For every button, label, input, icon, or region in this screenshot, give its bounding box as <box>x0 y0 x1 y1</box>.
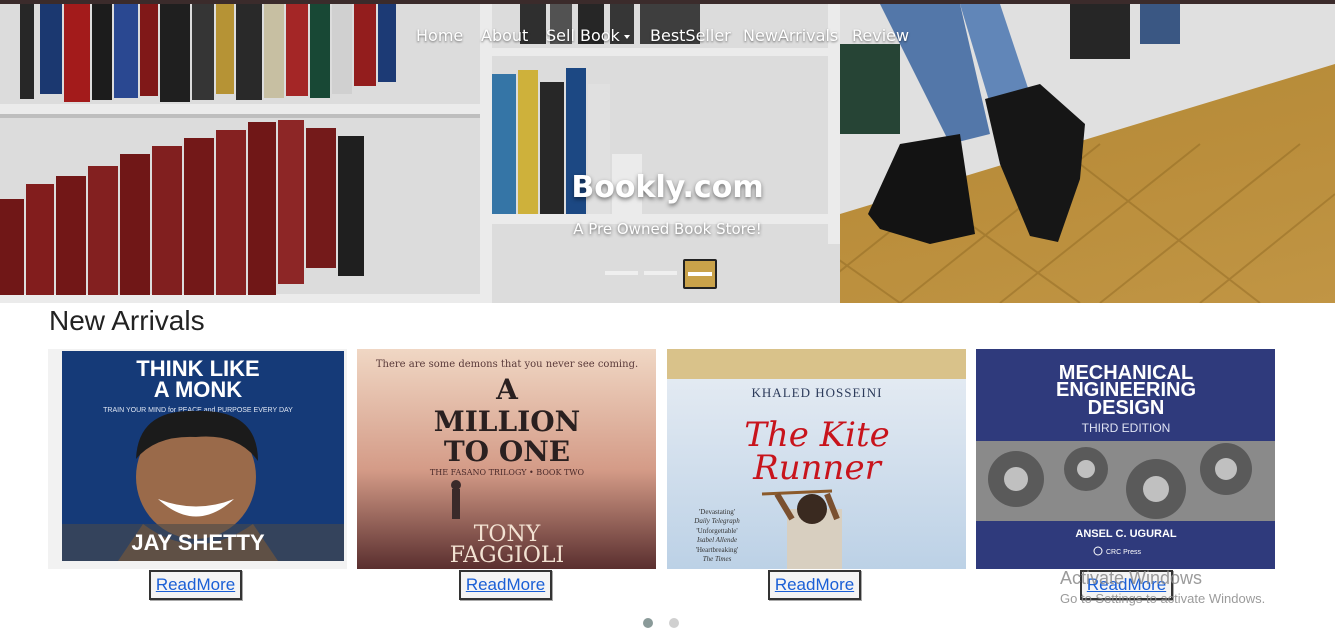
book-card-the-kite-runner[interactable]: KHALED HOSSEINI The Kite Runner 'Devasta… <box>667 349 966 569</box>
cover-title-line-2: MILLION <box>434 405 581 438</box>
hero-subtitle: A Pre Owned Book Store! <box>573 220 762 238</box>
book-card-a-million-to-one[interactable]: There are some demons that you never see… <box>357 349 656 569</box>
book-cover-image: MECHANICAL ENGINEERING DESIGN THIRD EDIT… <box>976 349 1275 569</box>
cover-tagline: THE FASANO TRILOGY • BOOK TWO <box>430 468 585 477</box>
nav-sell-book-label: Sell Book <box>546 26 620 45</box>
readmore-button-3[interactable]: ReadMore <box>768 570 861 600</box>
carousel-indicator-3-active[interactable] <box>683 259 717 289</box>
cover-title-line-2: Runner <box>752 448 882 488</box>
cover-title-line-3: TO ONE <box>444 435 570 468</box>
pagination-dot-1[interactable] <box>643 618 653 628</box>
readmore-button-2[interactable]: ReadMore <box>459 570 552 600</box>
cover-quote-1: 'Devastating' <box>699 508 735 516</box>
nav-sell-book-dropdown[interactable]: Sell Book <box>546 26 630 45</box>
hero-carousel: Home About Sell Book BestSeller NewArriv… <box>0 4 1335 303</box>
book-cover-image: THINK LIKE A MONK TRAIN YOUR MIND for PE… <box>48 349 347 569</box>
section-title: New Arrivals <box>49 305 205 336</box>
cover-author: ANSEL C. UGURAL <box>1075 528 1177 540</box>
cover-teaser: There are some demons that you never see… <box>376 359 638 370</box>
cover-quote-3-source: The Times <box>703 555 732 563</box>
watermark-title: Activate Windows <box>1060 568 1203 588</box>
activate-windows-watermark: Activate Windows Go to Settings to activ… <box>1060 568 1265 606</box>
nav-about[interactable]: About <box>481 26 528 45</box>
book-card-mechanical-engineering-design[interactable]: MECHANICAL ENGINEERING DESIGN THIRD EDIT… <box>976 349 1275 569</box>
cover-author: KHALED HOSSEINI <box>752 385 883 400</box>
cover-title-line-3: DESIGN <box>1088 397 1165 419</box>
hero-title: Bookly.com <box>571 170 764 205</box>
cover-edition: THIRD EDITION <box>1082 421 1171 435</box>
readmore-button-1[interactable]: ReadMore <box>149 570 242 600</box>
chevron-down-icon <box>623 34 630 39</box>
cover-quote-2: 'Unforgettable' <box>696 527 737 535</box>
book-card-think-like-a-monk[interactable]: THINK LIKE A MONK TRAIN YOUR MIND for PE… <box>48 349 347 569</box>
cover-quote-2-source: Isabel Allende <box>696 536 737 544</box>
nav-home[interactable]: Home <box>416 26 463 45</box>
pagination-dot-2[interactable] <box>669 618 679 628</box>
cover-publisher: CRC Press <box>1106 549 1142 556</box>
cover-author: JAY SHETTY <box>131 530 265 555</box>
book-cover-image: KHALED HOSSEINI The Kite Runner 'Devasta… <box>667 349 966 569</box>
carousel-indicator-1[interactable] <box>605 271 638 275</box>
cover-quote-1-source: Daily Telegraph <box>693 517 740 525</box>
nav-bestseller[interactable]: BestSeller <box>650 26 731 45</box>
cover-title-line-2: A MONK <box>154 377 243 402</box>
main-nav: Home About Sell Book BestSeller NewArriv… <box>0 26 1335 52</box>
cover-title-line-1: A <box>495 373 519 406</box>
nav-review[interactable]: Review <box>852 26 909 45</box>
cover-author-line-2: FAGGIOLI <box>450 543 564 568</box>
book-cover-image: There are some demons that you never see… <box>357 349 656 569</box>
carousel-indicator-2[interactable] <box>644 271 677 275</box>
cover-quote-3: 'Heartbreaking' <box>696 546 739 554</box>
watermark-subtitle: Go to Settings to activate Windows. <box>1060 591 1266 606</box>
nav-new-arrivals[interactable]: NewArrivals <box>743 26 838 45</box>
